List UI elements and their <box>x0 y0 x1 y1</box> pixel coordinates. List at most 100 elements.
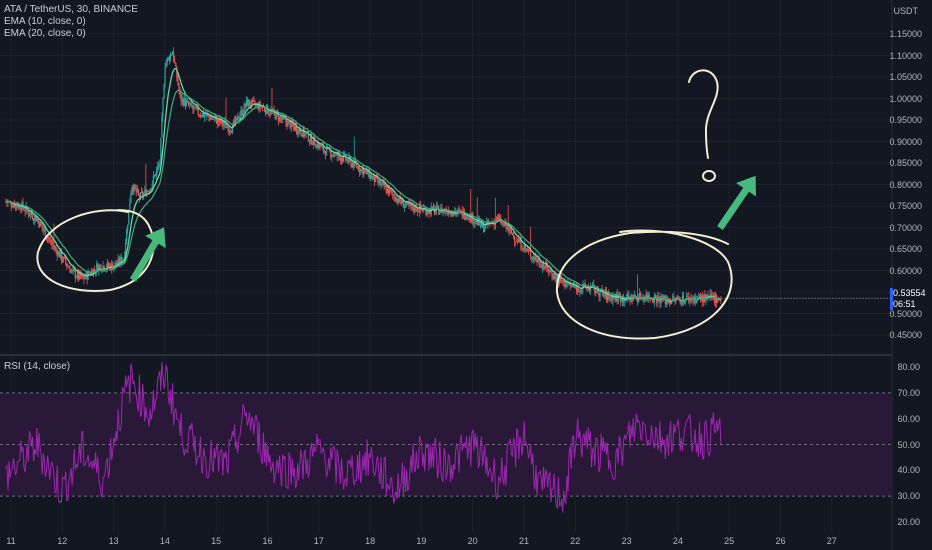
time-tick: 27 <box>826 536 837 546</box>
candle-body <box>571 285 573 287</box>
candle-body <box>474 222 476 224</box>
candle-body <box>190 103 192 105</box>
candle-body <box>473 223 475 224</box>
candle-body <box>437 205 439 207</box>
candle-body <box>532 256 534 259</box>
candle-body <box>302 128 304 137</box>
candle-body <box>522 250 524 251</box>
candle-body <box>518 239 520 243</box>
candle-body <box>512 234 515 237</box>
candle-body <box>137 189 139 195</box>
price-tick: 0.70000 <box>889 222 922 233</box>
candle-body <box>136 189 138 193</box>
candle-body <box>278 116 281 121</box>
rsi-tick: 80.00 <box>897 362 920 372</box>
candle-body <box>427 212 429 214</box>
candle-body <box>213 117 215 119</box>
candle-body <box>507 226 509 232</box>
candle-body <box>42 228 44 231</box>
candle-body <box>297 132 299 134</box>
candle-body <box>686 295 688 299</box>
candle-body <box>531 257 533 259</box>
candle-body <box>325 147 328 156</box>
candle-body <box>120 257 122 263</box>
candle-body <box>562 281 564 283</box>
candle-body <box>69 268 71 273</box>
candle-body <box>356 166 359 168</box>
rsi-legend[interactable]: RSI (14, close) <box>4 361 70 373</box>
candle-body <box>570 285 572 287</box>
candle-body <box>184 98 187 107</box>
candle-body <box>99 264 101 266</box>
candle-body <box>38 221 40 227</box>
candle-body <box>293 126 296 131</box>
candle-body <box>277 113 280 121</box>
candle-body <box>40 221 42 226</box>
candle-body <box>266 105 268 114</box>
candle-body <box>383 182 385 188</box>
rsi-tick: 70.00 <box>897 387 920 398</box>
candle-body <box>369 174 371 179</box>
candle-body <box>459 209 461 211</box>
candle-body <box>403 206 406 208</box>
time-tick: 11 <box>6 536 16 546</box>
time-tick: 22 <box>570 536 581 546</box>
candle-body <box>58 251 60 258</box>
candle-body <box>186 101 189 102</box>
candle-body <box>131 187 133 194</box>
candle-body <box>526 249 529 251</box>
candle-body <box>426 212 428 215</box>
candle-body <box>37 218 39 222</box>
candle-body <box>396 198 398 202</box>
price-tick: 1.10000 <box>889 50 922 61</box>
candle-body <box>602 292 604 296</box>
candle-body <box>357 166 360 171</box>
candle-body <box>177 78 179 85</box>
candle-body <box>452 214 454 217</box>
candle-body <box>668 301 671 304</box>
candle-body <box>168 56 170 61</box>
candle-body <box>676 297 678 298</box>
chart-canvas[interactable] <box>0 0 932 550</box>
candle-body <box>74 270 76 278</box>
candle-body <box>499 216 501 218</box>
candle-body <box>174 60 176 63</box>
candle-body <box>50 239 52 243</box>
candle-body <box>158 164 160 167</box>
candle-body <box>300 132 302 135</box>
candle-body <box>52 244 54 246</box>
candle-body <box>468 217 470 220</box>
candle-body <box>268 114 270 115</box>
candle-body <box>525 248 527 251</box>
candle-body <box>17 206 19 208</box>
candle-body <box>553 273 555 279</box>
candle-body <box>464 218 467 220</box>
candle-body <box>340 158 343 161</box>
candle-body <box>581 288 583 291</box>
ema10-legend[interactable]: EMA (10, close, 0) <box>4 16 138 28</box>
candle-body <box>226 126 228 129</box>
candle-body <box>385 186 387 193</box>
candle-body <box>416 210 418 212</box>
candle-body <box>387 188 390 195</box>
candle-body <box>448 213 451 215</box>
candle-body <box>370 174 372 179</box>
candle-body <box>542 264 545 267</box>
candle-body <box>150 188 152 190</box>
candle-body <box>400 201 402 204</box>
candle-body <box>43 229 45 231</box>
candle-body <box>422 209 424 212</box>
candle-body <box>28 214 30 216</box>
candle-body <box>318 143 320 149</box>
candle-body <box>614 297 616 300</box>
candle-body <box>527 249 530 251</box>
candle-body <box>166 57 168 63</box>
symbol-legend[interactable]: ATA / TetherUS, 30, BINANCE <box>4 4 138 16</box>
candle-body <box>506 226 508 229</box>
ema20-legend[interactable]: EMA (20, close, 0) <box>4 28 138 40</box>
candle-body <box>334 153 336 156</box>
candle-body <box>513 236 516 242</box>
candle-body <box>523 244 525 251</box>
candle-body <box>572 285 574 287</box>
candle-body <box>509 228 511 230</box>
